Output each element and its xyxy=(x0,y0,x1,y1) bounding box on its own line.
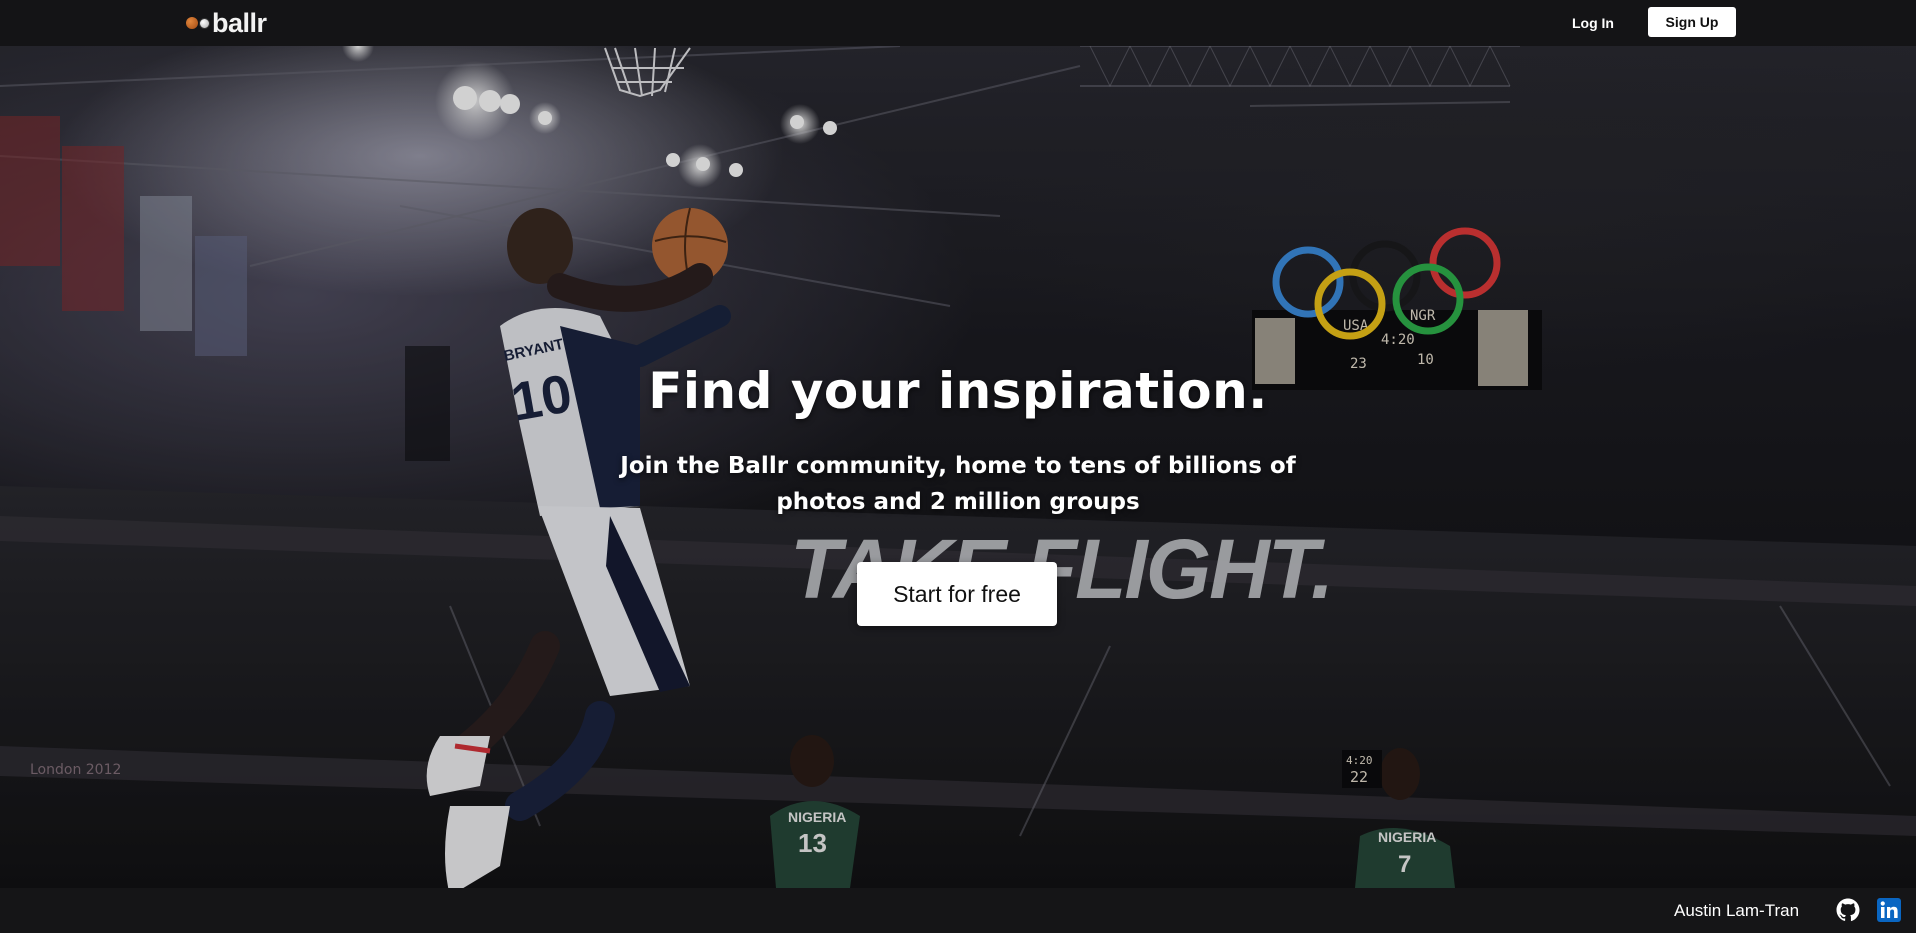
logo-balls xyxy=(186,17,210,29)
author-name: Austin Lam-Tran xyxy=(1674,901,1800,920)
hero-subheadline: Join the Ballr community, home to tens o… xyxy=(620,453,1296,515)
logo-text: ballr xyxy=(212,8,267,38)
start-for-free-button[interactable]: Start for free xyxy=(857,562,1057,626)
hero-headline: Find your inspiration. xyxy=(648,362,1268,420)
log-in-link[interactable]: Log In xyxy=(1572,12,1614,34)
top-nav-bar: ballr Log In Sign Up xyxy=(0,0,1916,46)
github-icon[interactable] xyxy=(1836,898,1860,922)
basketball-icon xyxy=(186,17,198,29)
linkedin-icon[interactable] xyxy=(1877,898,1901,922)
footer-bar: Austin Lam-Tran xyxy=(0,888,1916,933)
sign-up-button[interactable]: Sign Up xyxy=(1648,7,1736,37)
soccer-ball-icon xyxy=(199,17,210,29)
hero-section: USA NGR 4:20 23 10 London 2012 TAKE FLIG… xyxy=(0,46,1916,888)
ballr-logo[interactable]: ballr xyxy=(186,7,267,39)
